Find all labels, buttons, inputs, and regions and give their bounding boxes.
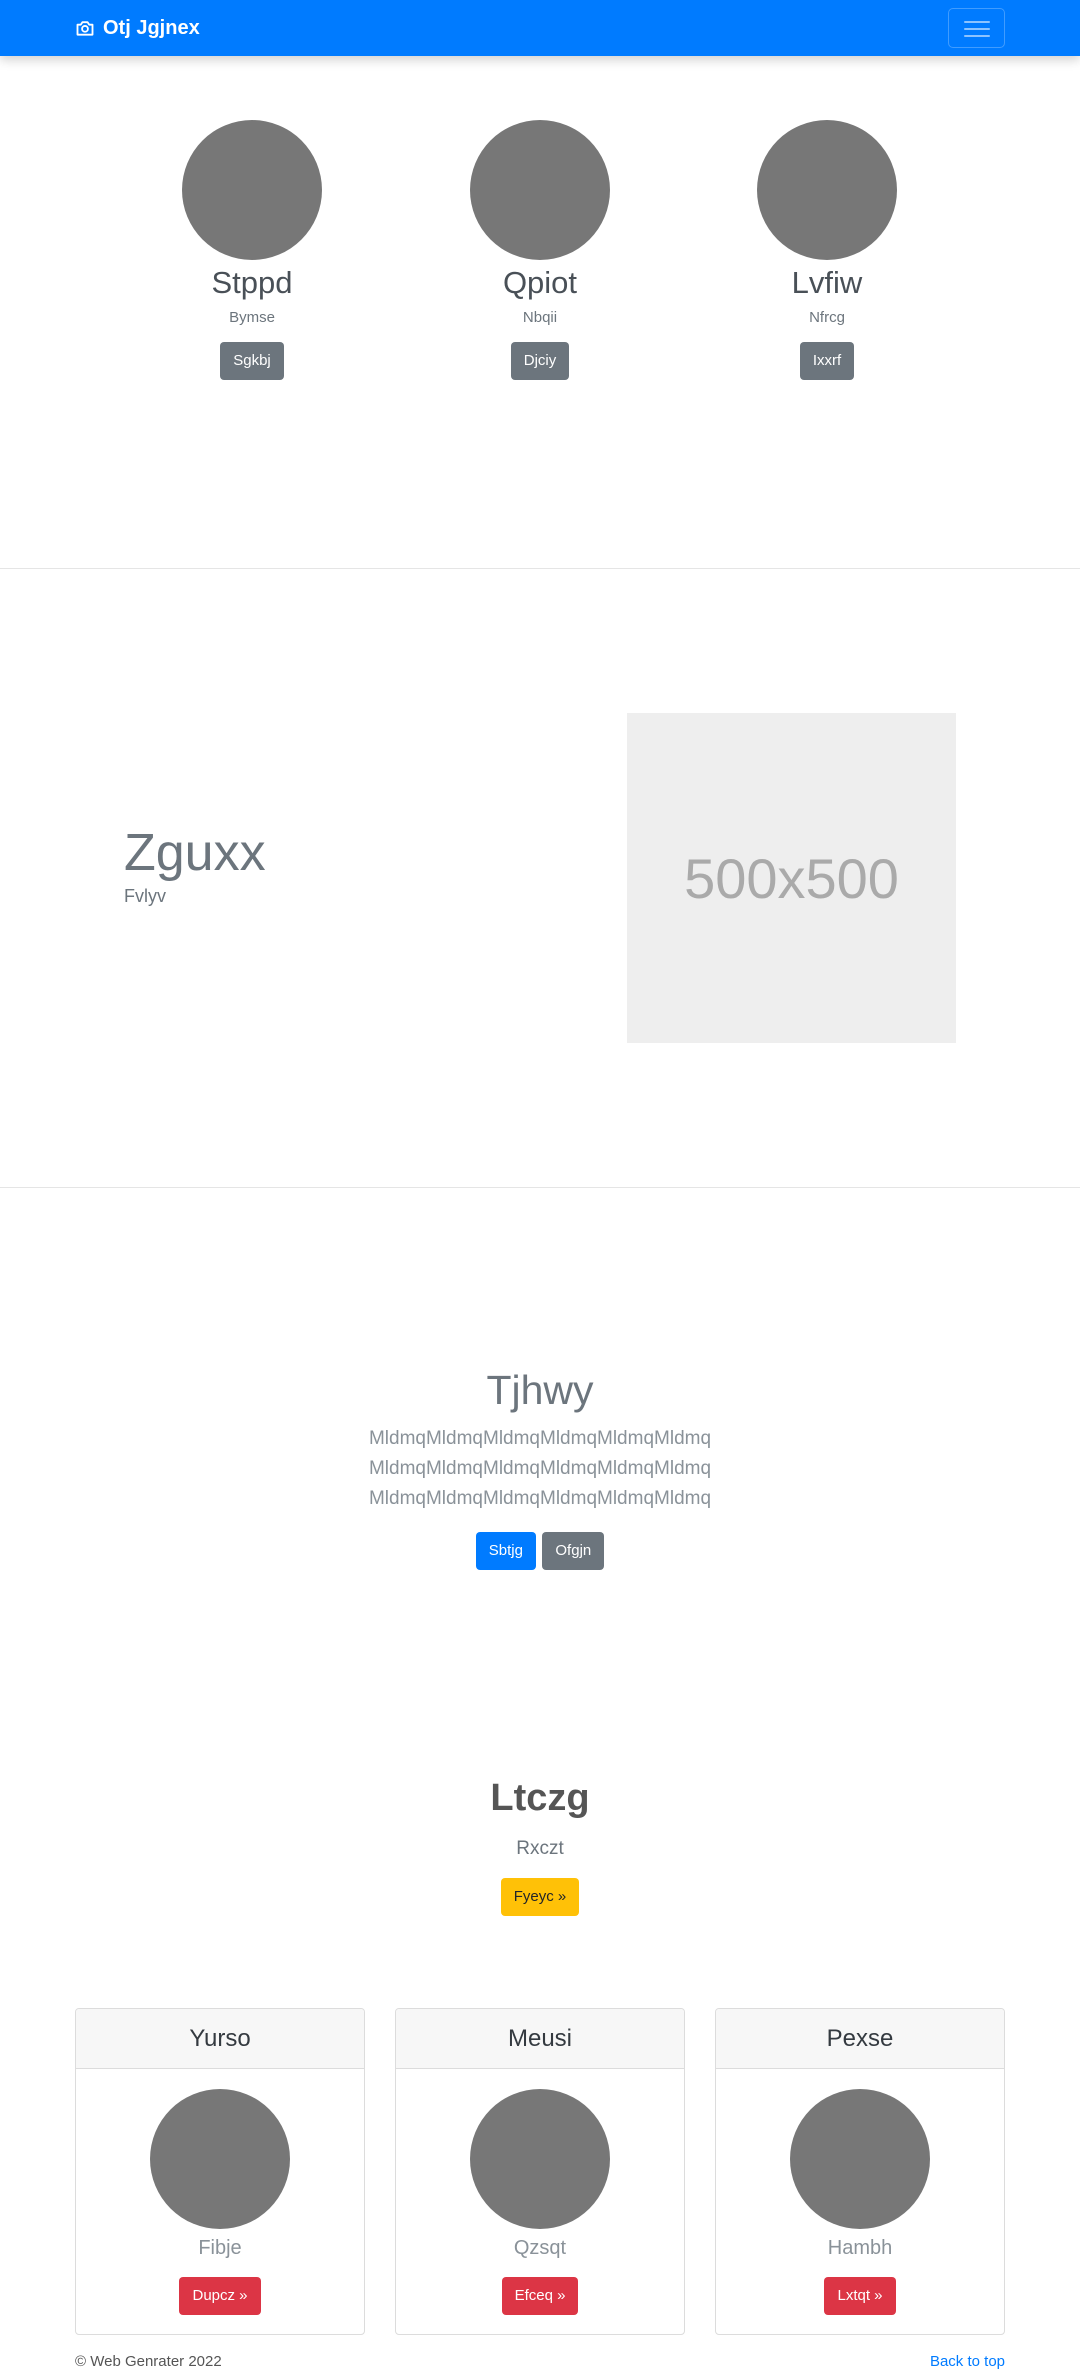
card-subtitle: Hambh (827, 2237, 893, 2259)
card-title: Meusi (396, 2009, 684, 2069)
card-title: Pexse (716, 2009, 1004, 2069)
profile-subtitle: Bymse (229, 309, 275, 326)
card: Meusi Qzsqt Efceq » (395, 2008, 685, 2335)
jumbotron-line: MldmqMldmqMldmqMldmqMldmqMldmq (368, 1428, 712, 1449)
profile-subtitle: Nfrcg (809, 309, 845, 326)
card-body: Hambh Lxtqt » (716, 2069, 1004, 2315)
profile-subtitle: Nbqii (522, 309, 558, 326)
jumbotron: Tjhwy MldmqMldmqMldmqMldmqMldmqMldmq Mld… (0, 1362, 1080, 1570)
jumbotron-heading: Tjhwy (486, 1367, 594, 1413)
pricing-subtitle: Rxczt (516, 1838, 564, 1859)
camera-icon (76, 21, 94, 36)
footer-copyright: © Web Genrater 2022 (75, 2353, 222, 2370)
hamburger-menu-icon (964, 21, 990, 23)
card-button[interactable]: Dupcz » (179, 2277, 261, 2315)
brand-name: Otj Jgjnex (103, 16, 200, 39)
primary-button[interactable]: Sbtjg (475, 1532, 536, 1570)
pricing-heading: Ltczg (490, 1777, 590, 1819)
card: Pexse Hambh Lxtqt » (715, 2008, 1005, 2335)
card-body: Qzsqt Efceq » (396, 2069, 684, 2315)
card-button[interactable]: Lxtqt » (824, 2277, 896, 2315)
avatar (790, 2089, 930, 2229)
section-divider (0, 1187, 1080, 1188)
card: Yurso Fibje Dupcz » (75, 2008, 365, 2335)
avatar (470, 120, 610, 260)
profile-card: Stppd Bymse Sgkbj (152, 120, 352, 380)
feature-image-placeholder: 500x500 (627, 713, 956, 1043)
avatar (150, 2089, 290, 2229)
profile-card: Qpiot Nbqii Djciy (440, 120, 640, 380)
jumbotron-line: MldmqMldmqMldmqMldmqMldmqMldmq (368, 1488, 712, 1509)
back-to-top-link[interactable]: Back to top (930, 2353, 1005, 2370)
avatar (757, 120, 897, 260)
profile-name: Stppd (211, 265, 293, 300)
card-body: Fibje Dupcz » (76, 2069, 364, 2315)
profile-name: Lvfiw (791, 265, 863, 300)
brand-link[interactable]: Otj Jgjnex (75, 13, 200, 43)
pricing-button[interactable]: Fyeyc » (500, 1878, 580, 1916)
secondary-button[interactable]: Ofgjn (542, 1532, 605, 1570)
feature-subtitle: Fvlyv (124, 886, 166, 906)
card-subtitle: Qzsqt (513, 2237, 567, 2259)
card-title: Yurso (76, 2009, 364, 2069)
avatar (182, 120, 322, 260)
card-button[interactable]: Efceq » (501, 2277, 579, 2315)
placeholder-label: 500x500 (684, 846, 899, 910)
profile-card: Lvfiw Nfrcg Ixxrf (727, 120, 927, 380)
hamburger-menu-icon (964, 35, 990, 37)
jumbotron-line: MldmqMldmqMldmqMldmqMldmqMldmq (368, 1458, 712, 1479)
section-divider (0, 568, 1080, 569)
profile-button[interactable]: Sgkbj (220, 342, 284, 380)
jumbotron-actions: Sbtjg Ofgjn (0, 1532, 1080, 1570)
navbar: Otj Jgjnex (0, 0, 1080, 56)
profile-button[interactable]: Djciy (510, 342, 570, 380)
navbar-toggle-button[interactable] (948, 8, 1005, 48)
pricing-header: Ltczg Rxczt Fyeyc » (0, 1772, 1080, 1916)
card-subtitle: Fibje (198, 2237, 242, 2259)
jumbotron-body: MldmqMldmqMldmqMldmqMldmqMldmq MldmqMldm… (0, 1424, 1080, 1514)
profile-name: Qpiot (502, 265, 578, 300)
hamburger-menu-icon (964, 28, 990, 30)
profile-button[interactable]: Ixxrf (799, 342, 855, 380)
feature-title: Zguxx (124, 824, 266, 882)
avatar (470, 2089, 610, 2229)
